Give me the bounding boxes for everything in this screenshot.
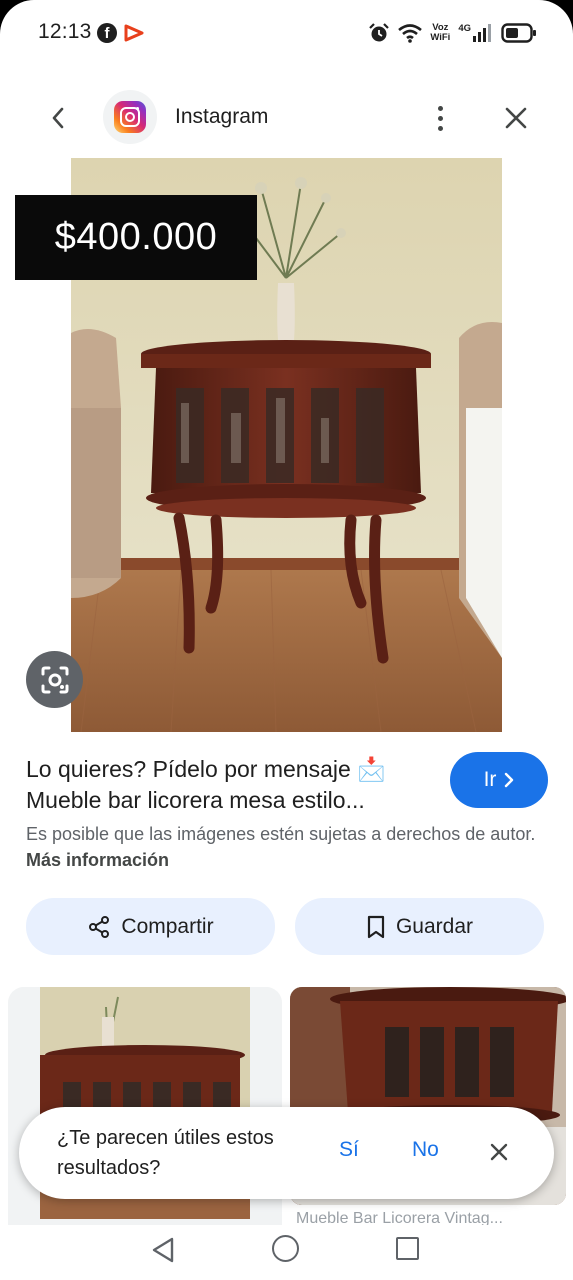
lens-icon xyxy=(41,666,68,693)
nav-home-icon[interactable] xyxy=(272,1235,299,1262)
source-site-name[interactable]: Instagram xyxy=(175,105,268,129)
copyright-text: Es posible que las imágenes estén sujeta… xyxy=(26,824,536,844)
cellular-indicator: 4G xyxy=(458,24,493,42)
youtube-notification-icon xyxy=(124,24,144,42)
feedback-prompt: ¿Te parecen útiles estos resultados? Sí … xyxy=(19,1107,554,1199)
price-overlay: $400.000 xyxy=(15,195,257,280)
result-title-line-1: Lo quieres? Pídelo por mensaje 📩 xyxy=(26,756,386,782)
more-info-link[interactable]: Más información xyxy=(26,850,169,870)
feedback-question: ¿Te parecen útiles estos resultados? xyxy=(57,1127,274,1179)
status-time: 12:13 xyxy=(38,20,92,43)
share-icon xyxy=(89,915,110,938)
facebook-notification-icon: f xyxy=(97,23,117,43)
status-bar: 12:13 f Voz WiFi 4G xyxy=(0,0,573,66)
result-title-line-2: Mueble bar licorera mesa estilo... xyxy=(26,787,365,813)
feedback-no-button[interactable]: No xyxy=(412,1138,439,1162)
more-dot-icon xyxy=(437,115,443,121)
chevron-right-icon xyxy=(505,772,514,788)
result-header: Instagram xyxy=(0,88,573,148)
more-dot-icon xyxy=(437,105,443,111)
save-button[interactable]: Guardar xyxy=(295,898,544,955)
bookmark-icon xyxy=(367,915,385,938)
instagram-logo xyxy=(103,90,157,144)
alarm-icon xyxy=(369,23,390,42)
chevron-left-icon xyxy=(52,107,64,129)
more-options-button[interactable] xyxy=(422,98,458,138)
visit-button[interactable]: Ir xyxy=(450,752,548,808)
nav-recents-icon[interactable] xyxy=(396,1237,419,1260)
wifi-label: WiFi xyxy=(430,32,451,43)
lte-label: 4G xyxy=(458,23,471,34)
visit-button-label: Ir xyxy=(483,768,497,791)
lens-search-button[interactable] xyxy=(26,651,83,708)
result-title[interactable]: Lo quieres? Pídelo por mensaje 📩 Mueble … xyxy=(26,754,446,816)
phone-screen: 12:13 f Voz WiFi 4G Instagram $400.000 L… xyxy=(0,0,573,1280)
close-icon xyxy=(505,107,527,129)
nav-back-icon[interactable] xyxy=(150,1236,176,1264)
back-button[interactable] xyxy=(38,98,78,138)
signal-icon xyxy=(473,24,491,42)
save-label: Guardar xyxy=(395,914,474,938)
close-button[interactable] xyxy=(496,98,536,138)
copyright-notice: Es posible que las imágenes estén sujeta… xyxy=(26,821,551,873)
instagram-icon xyxy=(114,101,146,133)
wifi-icon xyxy=(398,24,423,43)
system-navigation-bar xyxy=(0,1225,573,1280)
feedback-close-button[interactable] xyxy=(484,1137,514,1167)
battery-icon xyxy=(501,23,536,43)
feedback-yes-button[interactable]: Sí xyxy=(339,1138,359,1162)
voice-wifi-indicator: Voz WiFi xyxy=(430,23,450,43)
more-dot-icon xyxy=(437,125,443,131)
close-icon xyxy=(490,1143,508,1161)
share-button[interactable]: Compartir xyxy=(26,898,275,955)
share-label: Compartir xyxy=(121,914,214,938)
status-icons: Voz WiFi 4G xyxy=(368,20,537,46)
